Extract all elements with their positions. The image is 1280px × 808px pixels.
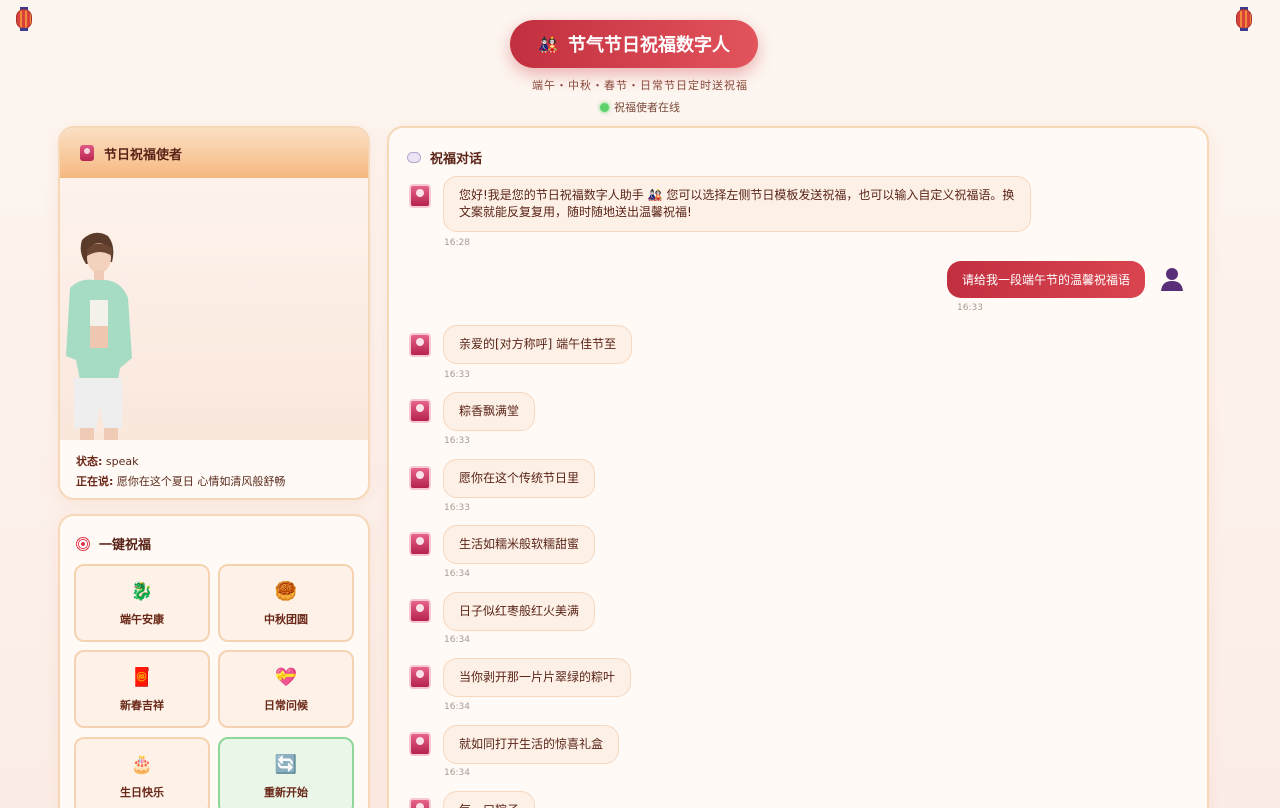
daily-greeting-button[interactable]: 💝 日常问候 [218, 650, 354, 728]
lantern-right-icon [1236, 6, 1252, 32]
page-title-text: 节气节日祝福数字人 [567, 35, 730, 56]
spring-festival-label: 新春吉祥 [120, 699, 164, 712]
restart-button[interactable]: 🔄 重新开始 [218, 737, 354, 808]
refresh-icon: 🔄 [274, 753, 298, 775]
speaking-value: 愿你在这个夏日 心情如清风般舒畅 [116, 475, 286, 488]
avatar-panel-header: 节日祝福使者 [60, 128, 368, 178]
bot-avatar-icon [409, 399, 431, 423]
speech-bubble-icon [407, 152, 421, 163]
digital-human-avatar [66, 232, 132, 440]
bot-message: 生活如糯米般软糯甜蜜 [443, 525, 596, 564]
bot-message: 粽香飘满堂 [443, 392, 536, 431]
target-icon [76, 536, 90, 551]
message-time: 16:33 [444, 370, 470, 380]
bot-avatar-icon [409, 665, 431, 689]
message-time: 16:34 [444, 768, 470, 778]
birthday-button[interactable]: 🎂 生日快乐 [74, 737, 210, 808]
message-time: 16:34 [444, 635, 470, 645]
dolls-icon: 🎎 [538, 34, 558, 54]
page-subtitle: 端午・中秋・春节・日常节日定时送祝福 [532, 79, 748, 92]
daily-greeting-label: 日常问候 [264, 699, 308, 712]
bot-avatar-icon [409, 798, 431, 808]
avatar-panel: 节日祝福使者 状态: speak 正在说: 愿你在这个夏日 心情如清风般舒畅 [58, 126, 370, 500]
bot-message: 当你剥开那一片片翠绿的粽叶 [443, 658, 632, 697]
online-dot-icon [600, 102, 609, 112]
digital-human-stage [60, 178, 368, 440]
quick-blessing-title: 一键祝福 [99, 538, 152, 553]
message-time: 16:33 [957, 303, 983, 313]
page-title: 🎎 节气节日祝福数字人 [510, 20, 758, 68]
bot-message: 每一口粽子 [443, 791, 536, 808]
bot-message: 日子似红枣般红火美满 [443, 592, 596, 631]
cake-icon: 🎂 [130, 753, 154, 775]
bot-message: 您好!我是您的节日祝福数字人助手 🎎 您可以选择左侧节日模板发送祝福，也可以输入… [443, 176, 1031, 232]
heart-gift-icon: 💝 [274, 666, 298, 688]
status-label: 状态: [76, 455, 103, 468]
chat-title: 祝福对话 [430, 152, 483, 167]
dragon-boat-button[interactable]: 🐉 端午安康 [74, 564, 210, 642]
avatar-panel-title: 节日祝福使者 [104, 147, 183, 163]
chat-panel: 祝福对话 您好!我是您的节日祝福数字人助手 🎎 您可以选择左侧节日模板发送祝福，… [387, 126, 1209, 808]
bot-message: 愿你在这个传统节日里 [443, 459, 596, 498]
chat-header: 祝福对话 [407, 148, 482, 167]
online-status: 祝福使者在线 [0, 99, 1280, 115]
mooncake-icon: 🥮 [274, 580, 298, 602]
bot-avatar-icon [409, 599, 431, 623]
avatar-status: 状态: speak 正在说: 愿你在这个夏日 心情如清风般舒畅 [60, 440, 368, 492]
status-value: speak [105, 455, 139, 468]
birthday-label: 生日快乐 [120, 786, 164, 799]
message-time: 16:28 [444, 238, 470, 248]
bot-avatar-icon [409, 466, 431, 490]
bot-avatar-icon [409, 732, 431, 756]
speaking-label: 正在说: [76, 475, 114, 488]
bot-message: 亲爱的[对方称呼] 端午佳节至 [443, 325, 633, 364]
restart-label: 重新开始 [264, 786, 308, 799]
bot-avatar-icon [409, 184, 431, 208]
dragon-icon: 🐉 [130, 580, 154, 602]
messenger-icon [80, 145, 94, 161]
message-time: 16:34 [444, 702, 470, 712]
message-time: 16:33 [444, 436, 470, 446]
mid-autumn-label: 中秋团圆 [264, 613, 308, 626]
bot-message: 就如同打开生活的惊喜礼盒 [443, 725, 620, 764]
lantern-left-icon [16, 6, 32, 32]
spring-festival-button[interactable]: 🧧 新春吉祥 [74, 650, 210, 728]
online-status-text: 祝福使者在线 [614, 101, 680, 114]
dragon-boat-label: 端午安康 [120, 613, 164, 626]
message-time: 16:33 [444, 503, 470, 513]
message-time: 16:34 [444, 569, 470, 579]
red-envelope-icon: 🧧 [130, 666, 154, 688]
mid-autumn-button[interactable]: 🥮 中秋团圆 [218, 564, 354, 642]
quick-blessing-panel: 一键祝福 🐉 端午安康 🥮 中秋团圆 🧧 新春吉祥 💝 日常问候 🎂 生日快乐 … [58, 514, 370, 808]
quick-blessing-header: 一键祝福 [76, 534, 151, 553]
user-message: 请给我一段端午节的温馨祝福语 [946, 261, 1145, 298]
user-avatar-icon [1161, 268, 1183, 291]
bot-avatar-icon [409, 333, 431, 357]
bot-avatar-icon [409, 532, 431, 556]
